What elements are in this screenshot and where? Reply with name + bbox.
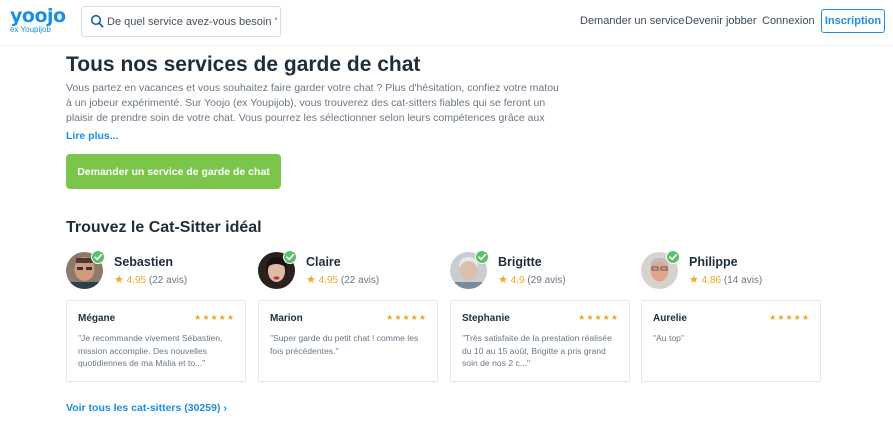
rating-value: 4,95 — [126, 275, 147, 286]
verified-check-icon — [475, 250, 489, 264]
search-box[interactable] — [81, 6, 281, 37]
read-more-link[interactable]: Lire plus... — [66, 130, 119, 142]
review-count: (22 avis) — [340, 275, 380, 286]
review-text: "Très satisfaite de la prestation réalis… — [462, 333, 612, 368]
rating-value: 4,95 — [318, 275, 339, 286]
review-card: Stephanie ★★★★★ "Très satisfaite de la p… — [450, 300, 630, 382]
nav-connexion[interactable]: Connexion — [762, 15, 815, 27]
reviewer-name: Stephanie — [462, 313, 510, 324]
sitter-rating: ★ 4,95 (22 avis) — [306, 273, 379, 286]
inscription-button[interactable]: Inscription — [821, 9, 885, 33]
see-all-cat-sitters-link[interactable]: Voir tous les cat-sitters (30259) › — [66, 402, 227, 414]
search-icon — [90, 14, 104, 28]
review-stars: ★★★★★ — [578, 313, 619, 322]
verified-check-icon — [283, 250, 297, 264]
review-stars: ★★★★★ — [386, 313, 427, 322]
review-card: Mégane ★★★★★ "Je recommande vivement Séb… — [66, 300, 246, 382]
review-stars: ★★★★★ — [769, 313, 810, 322]
sitter-name[interactable]: Claire — [306, 255, 341, 269]
review-text: "Super garde du petit chat ! comme les f… — [270, 333, 419, 356]
sitter-name[interactable]: Brigitte — [498, 255, 542, 269]
sitter-name[interactable]: Sebastien — [114, 255, 173, 269]
star-icon: ★ — [498, 274, 508, 286]
sitter-rating: ★ 4,9 (29 avis) — [498, 273, 566, 286]
sitter-card[interactable]: Philippe ★ 4,86 (14 avis) Aurelie ★★★★★ … — [641, 250, 821, 382]
verified-check-icon — [91, 250, 105, 264]
rating-value: 4,86 — [701, 275, 722, 286]
sitter-card[interactable]: Claire ★ 4,95 (22 avis) Marion ★★★★★ "Su… — [258, 250, 438, 382]
request-cat-sitting-button[interactable]: Demander un service de garde de chat — [66, 154, 281, 189]
intro-text: Vous partez en vacances et vous souhaite… — [66, 82, 559, 124]
review-stars: ★★★★★ — [194, 313, 235, 322]
top-header: yoojo ex Youpijob Demander un service De… — [0, 0, 893, 46]
sitter-card[interactable]: Brigitte ★ 4,9 (29 avis) Stephanie ★★★★★… — [450, 250, 630, 382]
review-card: Marion ★★★★★ "Super garde du petit chat … — [258, 300, 438, 382]
review-count: (29 avis) — [527, 275, 566, 286]
review-count: (22 avis) — [148, 275, 188, 286]
search-input[interactable] — [107, 11, 277, 33]
star-icon: ★ — [306, 274, 316, 286]
page-title: Tous nos services de garde de chat — [66, 53, 421, 76]
nav-demander-service[interactable]: Demander un service — [580, 15, 685, 27]
review-count: (14 avis) — [723, 275, 763, 286]
nav-devenir-jobber[interactable]: Devenir jobber — [685, 15, 757, 27]
reviewer-name: Aurelie — [653, 313, 687, 324]
sitter-name[interactable]: Philippe — [689, 255, 738, 269]
section-title: Trouvez le Cat-Sitter idéal — [66, 219, 262, 236]
sitter-rating: ★ 4,86 (14 avis) — [689, 273, 762, 286]
yoojo-logo[interactable]: yoojo ex Youpijob — [10, 5, 66, 40]
reviewer-name: Mégane — [78, 313, 116, 324]
verified-check-icon — [666, 250, 680, 264]
star-icon: ★ — [689, 274, 699, 286]
reviewer-name: Marion — [270, 313, 303, 324]
rating-value: 4,9 — [510, 275, 525, 286]
review-text: "Je recommande vivement Sébastien, missi… — [78, 333, 223, 368]
sitter-rating: ★ 4,95 (22 avis) — [114, 273, 187, 286]
sitter-card[interactable]: Sebastien ★ 4,95 (22 avis) Mégane ★★★★★ … — [66, 250, 246, 382]
review-card: Aurelie ★★★★★ "Au top" — [641, 300, 821, 382]
logo-wordmark: yoojo — [10, 5, 66, 27]
star-icon: ★ — [114, 274, 124, 286]
review-text: "Au top" — [653, 333, 684, 343]
